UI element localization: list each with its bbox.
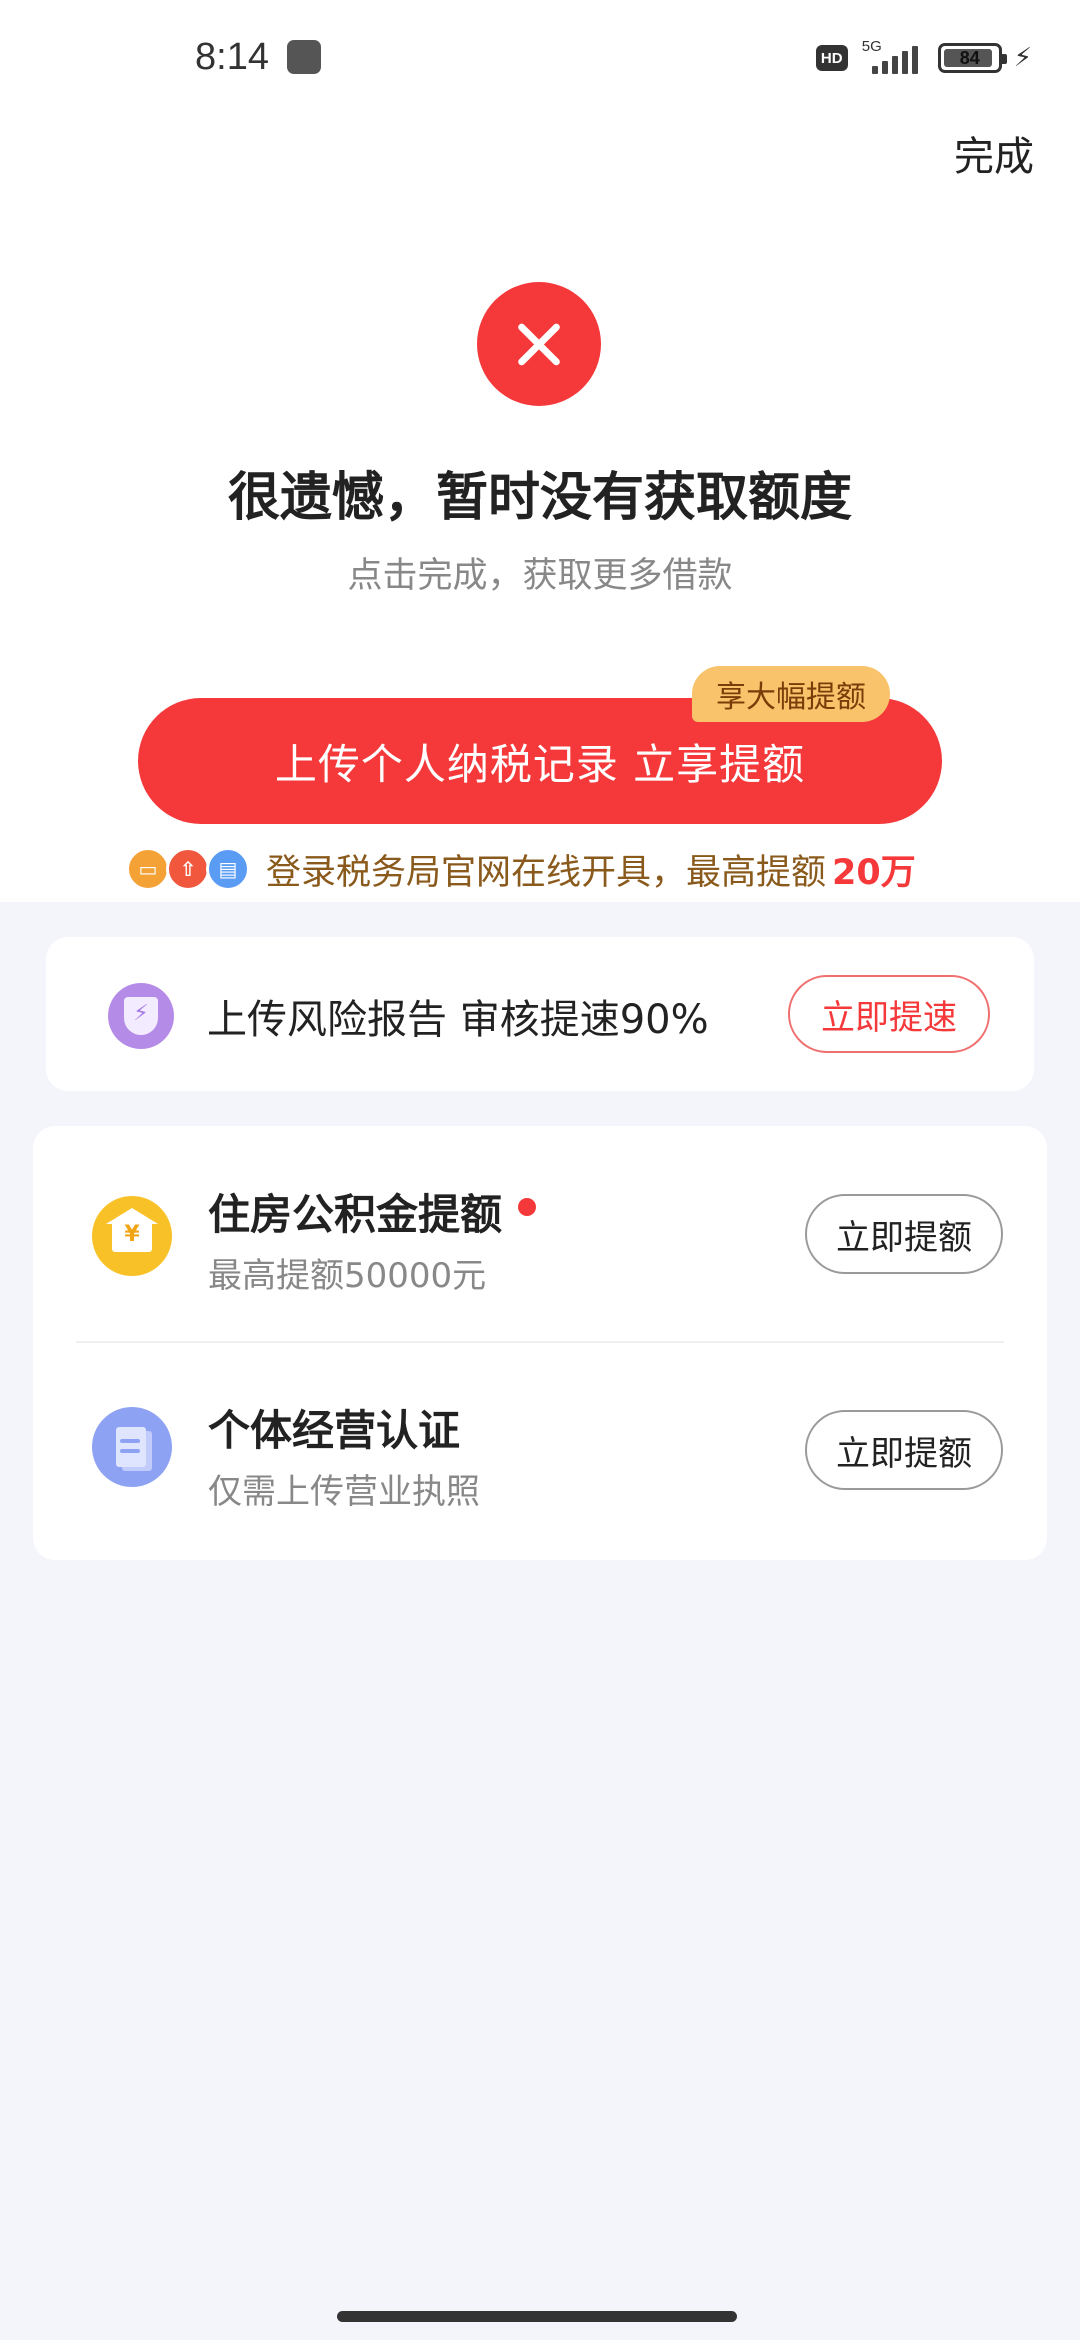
- hd-icon: HD: [815, 45, 848, 71]
- status-indicators: HD 5G 84 ⚡: [815, 38, 1032, 76]
- option-title: 住房公积金提额: [208, 1190, 503, 1239]
- risk-report-text: 上传风险报告 审核提速90%: [207, 997, 709, 1043]
- document-b-icon: ▤: [206, 847, 250, 891]
- done-button[interactable]: 完成: [954, 124, 1034, 182]
- upload-arrow-icon: ⇧: [166, 847, 210, 891]
- battery-icon: 84: [937, 43, 1007, 73]
- tax-note-amount: 20万: [832, 852, 916, 893]
- battery-level: 84: [959, 47, 980, 68]
- result-title: 很遗憾，暂时没有获取额度: [227, 468, 852, 528]
- credit-options-card: ¥ 住房公积金提额 最高提额50000元 立即提额 个体经营认证 仅需上传营业执…: [33, 1126, 1047, 1560]
- result-subtitle: 点击完成，获取更多借款: [347, 556, 733, 596]
- house-yen-icon: ¥: [92, 1196, 172, 1276]
- option-subtitle: 仅需上传营业执照: [208, 1472, 480, 1512]
- status-time: 8:14: [195, 36, 269, 78]
- option-title: 个体经营认证: [208, 1406, 461, 1455]
- speed-up-button[interactable]: 立即提速: [788, 975, 990, 1053]
- status-bar: 8:14 HD 5G 84 ⚡: [0, 0, 1080, 120]
- option-subtitle: 最高提额50000元: [208, 1256, 487, 1296]
- signal-icon: 5G: [860, 38, 926, 76]
- list-item-business-cert: 个体经营认证 仅需上传营业执照 立即提额: [33, 1342, 1047, 1558]
- home-indicator[interactable]: [337, 2311, 737, 2322]
- housing-fund-raise-button[interactable]: 立即提额: [805, 1194, 1003, 1274]
- risk-report-card: ⚡ 上传风险报告 审核提速90% 立即提速: [46, 937, 1034, 1091]
- tax-note-text: 登录税务局官网在线开具，最高提额: [266, 852, 827, 893]
- charging-icon: ⚡: [1013, 43, 1032, 73]
- new-dot-badge: [518, 1198, 536, 1216]
- fail-x-icon: [477, 282, 601, 406]
- promo-badge: 享大幅提额: [692, 666, 890, 722]
- list-item-housing-fund: ¥ 住房公积金提额 最高提额50000元 立即提额: [33, 1126, 1047, 1343]
- ticket-icon: ▭: [126, 847, 170, 891]
- tax-source-icons: ▭ ⇧ ▤: [126, 845, 258, 893]
- tax-note: ▭ ⇧ ▤ 登录税务局官网在线开具，最高提额 20万: [126, 844, 916, 894]
- business-cert-raise-button[interactable]: 立即提额: [805, 1410, 1003, 1490]
- shield-icon: ⚡: [108, 983, 174, 1049]
- document-icon: [92, 1407, 172, 1487]
- network-label: 5G: [861, 38, 882, 55]
- app-notification-icon: [287, 40, 321, 74]
